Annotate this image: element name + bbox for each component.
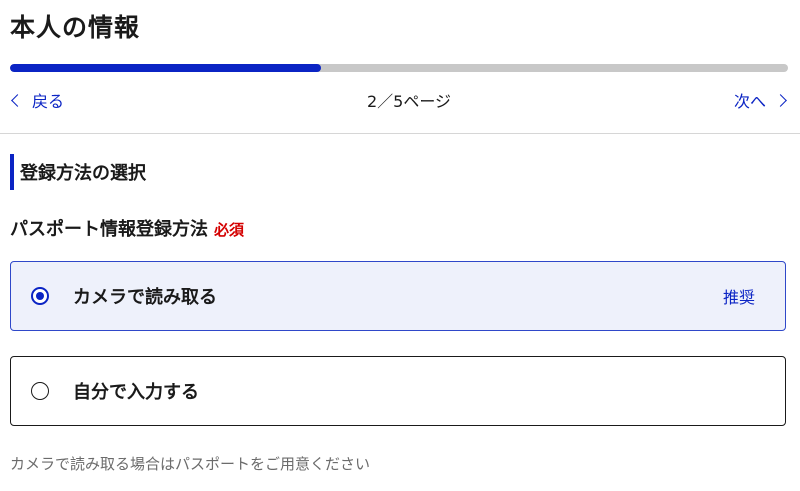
- option-camera[interactable]: カメラで読み取る 推奨: [10, 261, 786, 331]
- section-heading: 登録方法の選択: [10, 154, 146, 190]
- next-button[interactable]: 次へ: [734, 88, 788, 112]
- field-label-text: パスポート情報登録方法: [10, 219, 208, 240]
- next-label: 次へ: [733, 92, 766, 111]
- page-title: 本人の情報: [10, 13, 141, 42]
- section-heading-text: 登録方法の選択: [20, 163, 146, 184]
- required-badge: 必須: [214, 221, 245, 239]
- recommended-badge: 推奨: [722, 288, 755, 307]
- option-label: カメラで読み取る: [73, 287, 217, 308]
- progress-bar: [10, 64, 788, 72]
- radio-unselected-icon[interactable]: [31, 382, 49, 400]
- progress-fill: [10, 64, 322, 72]
- radio-selected-icon[interactable]: [31, 287, 49, 305]
- page-indicator: 2／5ページ: [366, 92, 452, 111]
- divider: [0, 133, 800, 134]
- hint-text: カメラで読み取る場合はパスポートをご用意ください: [10, 455, 371, 473]
- page-navigation: 戻る 2／5ページ 次へ: [10, 88, 788, 112]
- field-label: パスポート情報登録方法 必須: [10, 215, 244, 241]
- chevron-right-icon: [774, 93, 787, 107]
- option-manual[interactable]: 自分で入力する: [10, 356, 786, 426]
- option-label: 自分で入力する: [73, 382, 199, 403]
